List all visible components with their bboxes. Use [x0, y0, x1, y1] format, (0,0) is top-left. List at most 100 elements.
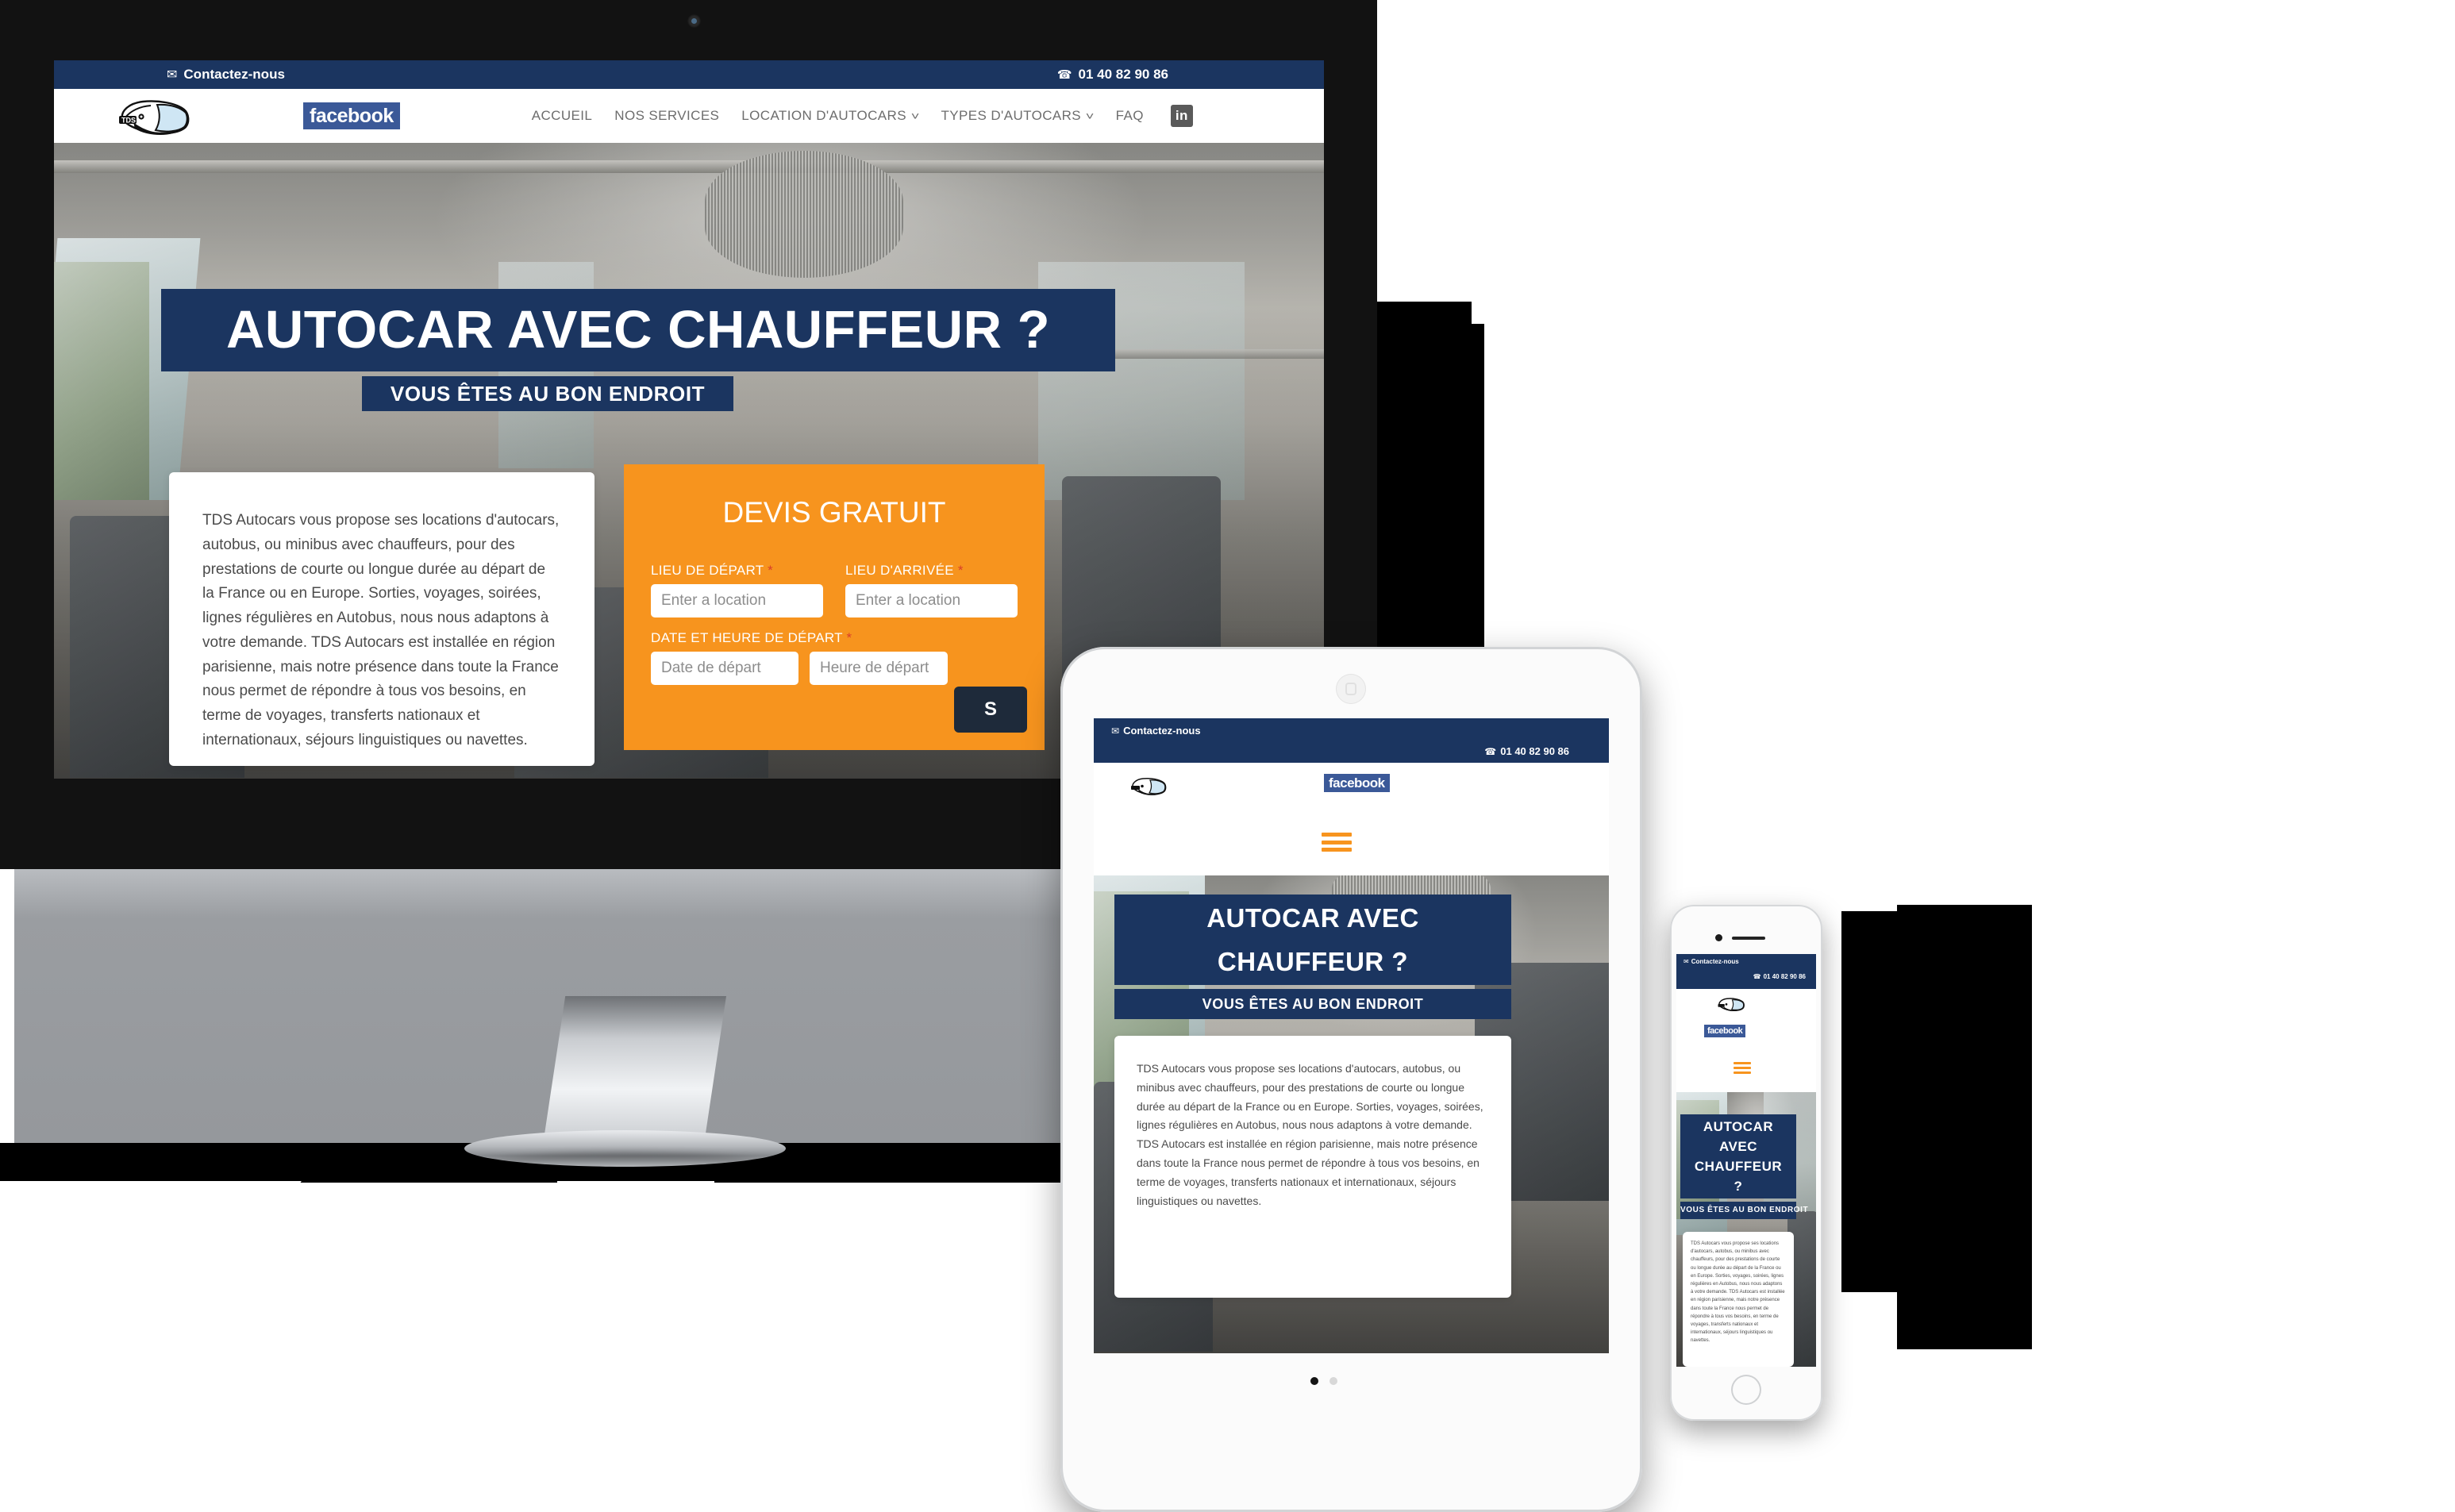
required-asterisk: * [957, 563, 964, 578]
webcam-icon [687, 14, 701, 28]
contact-link[interactable]: Contactez-nous [183, 67, 285, 83]
tablet-topbar: ✉ Contactez-nous ☎ 01 40 82 90 86 [1094, 718, 1609, 763]
hamburger-menu-icon[interactable] [1322, 833, 1352, 852]
hero-title-line-3: CHAUFFEUR [1694, 1159, 1783, 1174]
departure-location-label: LIEU DE DÉPART * [651, 563, 823, 579]
chevron-down-icon: ˅ [1085, 110, 1095, 122]
intro-paragraph: TDS Autocars vous propose ses locations … [1137, 1062, 1483, 1207]
bus-logo-icon [1718, 998, 1745, 1011]
desktop-header: TDS facebook ACCUEIL NOS SERVICES LOCATI… [54, 89, 1324, 143]
departure-time-placeholder: Heure de départ [820, 660, 929, 676]
hero-subtitle: VOUS ÊTES AU BON ENDROIT [1114, 989, 1511, 1019]
tablet-hero: AUTOCAR AVEC CHAUFFEUR ? VOUS ÊTES AU BO… [1094, 875, 1609, 1353]
phone-header: facebook [1676, 989, 1816, 1092]
contact-link[interactable]: Contactez-nous [1123, 725, 1201, 737]
monitor-stand-shadow [473, 1152, 776, 1179]
arrival-location-label-text: LIEU D'ARRIVÉE [845, 563, 954, 578]
nav-item-faq[interactable]: FAQ [1116, 108, 1144, 124]
hero-subtitle: VOUS ÊTES AU BON ENDROIT [1680, 1202, 1808, 1219]
contact-link[interactable]: Contactez-nous [1691, 958, 1739, 965]
earpiece-speaker-icon [1732, 937, 1765, 940]
arrival-location-input[interactable]: Enter a location [845, 584, 1018, 617]
phone-topbar: ✉ Contactez-nous ☎ 01 40 82 90 86 [1676, 954, 1816, 989]
hamburger-menu-icon[interactable] [1734, 1062, 1751, 1074]
phone-number[interactable]: 01 40 82 90 86 [1764, 973, 1806, 980]
intro-card: TDS Autocars vous propose ses locations … [1683, 1232, 1794, 1367]
hero-title-line-2: CHAUFFEUR ? [1217, 947, 1409, 976]
phone-screen: ✉ Contactez-nous ☎ 01 40 82 90 86 facebo… [1676, 954, 1816, 1367]
phone-hero: AUTOCAR AVEC CHAUFFEUR ? VOUS ÊTES AU BO… [1676, 1092, 1816, 1367]
site-logo[interactable] [1714, 994, 1748, 1014]
phone-number[interactable]: 01 40 82 90 86 [1079, 67, 1168, 83]
hero-title-line-2: AVEC [1719, 1139, 1757, 1154]
phone-icon: ☎ [1753, 973, 1761, 980]
hero-subtitle: VOUS ÊTES AU BON ENDROIT [362, 376, 733, 411]
nav-item-types-autocars[interactable]: TYPES D'AUTOCARS ˅ [941, 108, 1095, 124]
departure-date-input[interactable]: Date de départ [651, 652, 798, 685]
hero-title: AUTOCAR AVEC CHAUFFEUR ? [1680, 1114, 1796, 1198]
chevron-down-icon: ˅ [910, 110, 920, 122]
bus-logo-icon: TDS [119, 100, 190, 135]
phone-device: ✉ Contactez-nous ☎ 01 40 82 90 86 facebo… [1670, 905, 1822, 1421]
submit-quote-button[interactable]: S [954, 687, 1027, 733]
intro-card: TDS Autocars vous propose ses locations … [169, 472, 595, 766]
hero-title-line-1: AUTOCAR [1703, 1119, 1774, 1134]
tablet-device: ✉ Contactez-nous ☎ 01 40 82 90 86 facebo… [1060, 647, 1642, 1512]
departure-location-label-text: LIEU DE DÉPART [651, 563, 764, 578]
nav-item-types-autocars-label[interactable]: TYPES D'AUTOCARS [941, 108, 1082, 124]
hero-title-line-1: AUTOCAR AVEC [1206, 903, 1419, 933]
monitor-body [14, 869, 1067, 1143]
required-asterisk: * [846, 630, 852, 645]
departure-datetime-label: DATE ET HEURE DE DÉPART * [651, 630, 1018, 646]
nav-item-location-autocars-label[interactable]: LOCATION D'AUTOCARS [741, 108, 906, 124]
intro-paragraph: TDS Autocars vous propose ses locations … [1691, 1241, 1785, 1344]
hero-title-line-4: ? [1734, 1179, 1743, 1194]
tablet-home-button[interactable] [1336, 674, 1366, 704]
quote-form-panel: DEVIS GRATUIT LIEU DE DÉPART * Enter a l… [624, 464, 1045, 750]
departure-location-placeholder: Enter a location [661, 592, 767, 609]
linkedin-icon-label: in [1175, 108, 1188, 123]
intro-card: TDS Autocars vous propose ses locations … [1114, 1036, 1511, 1298]
envelope-icon: ✉ [1111, 725, 1120, 737]
nav-item-location-autocars[interactable]: LOCATION D'AUTOCARS ˅ [741, 108, 920, 124]
site-logo[interactable]: TDS [110, 95, 198, 137]
arrival-location-label: LIEU D'ARRIVÉE * [845, 563, 1018, 579]
desktop-nav: ACCUEIL NOS SERVICES LOCATION D'AUTOCARS… [532, 105, 1193, 127]
tablet-header: facebook [1094, 763, 1609, 875]
background-shape-phone-right [1897, 905, 2032, 1349]
intro-paragraph: TDS Autocars vous propose ses locations … [202, 512, 560, 748]
carousel-dot-active[interactable] [1310, 1377, 1318, 1385]
departure-datetime-label-text: DATE ET HEURE DE DÉPART [651, 630, 843, 645]
quote-form-title: DEVIS GRATUIT [722, 496, 946, 529]
svg-text:TDS: TDS [121, 117, 136, 125]
envelope-icon: ✉ [1683, 958, 1689, 965]
responsive-showcase: ✉ Contactez-nous ☎ 01 40 82 90 86 TDS fa… [0, 0, 2455, 1512]
carousel-dots[interactable] [1310, 1377, 1337, 1385]
departure-location-input[interactable]: Enter a location [651, 584, 823, 617]
departure-date-placeholder: Date de départ [661, 660, 761, 676]
phone-icon: ☎ [1056, 68, 1072, 82]
submit-quote-button-label: S [983, 698, 997, 720]
envelope-icon: ✉ [167, 68, 178, 82]
facebook-badge[interactable]: facebook [1704, 1025, 1746, 1037]
nav-item-accueil[interactable]: ACCUEIL [532, 108, 593, 124]
hero-title: AUTOCAR AVEC CHAUFFEUR ? [161, 289, 1115, 371]
phone-number[interactable]: 01 40 82 90 86 [1500, 745, 1569, 757]
front-camera-icon [1715, 934, 1722, 941]
tablet-screen: ✉ Contactez-nous ☎ 01 40 82 90 86 facebo… [1094, 718, 1609, 1353]
site-logo[interactable] [1126, 772, 1171, 799]
desktop-topbar: ✉ Contactez-nous ☎ 01 40 82 90 86 [54, 60, 1324, 89]
hero-title: AUTOCAR AVEC CHAUFFEUR ? [1114, 895, 1511, 985]
bus-logo-icon [1131, 778, 1167, 795]
departure-time-input[interactable]: Heure de départ [810, 652, 948, 685]
phone-icon: ☎ [1484, 745, 1497, 757]
nav-item-nos-services[interactable]: NOS SERVICES [614, 108, 719, 124]
required-asterisk: * [768, 563, 774, 578]
facebook-badge[interactable]: facebook [1324, 774, 1390, 792]
facebook-badge[interactable]: facebook [303, 102, 400, 129]
linkedin-icon[interactable]: in [1170, 105, 1193, 127]
phone-home-button[interactable] [1731, 1375, 1761, 1405]
arrival-location-placeholder: Enter a location [856, 592, 961, 609]
carousel-dot[interactable] [1329, 1377, 1337, 1385]
background-shape-right-lower [1389, 324, 1484, 665]
